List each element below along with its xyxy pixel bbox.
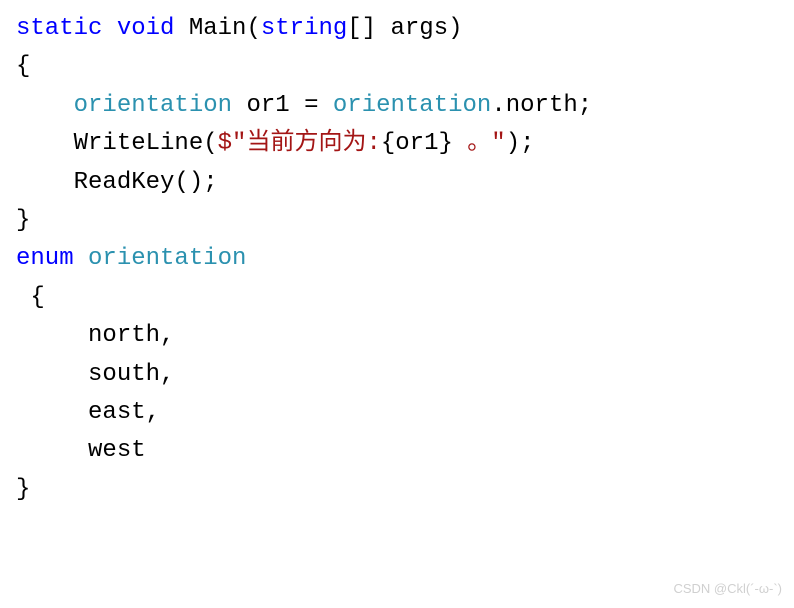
keyword-enum: enum <box>16 245 74 272</box>
brace-close-2: } <box>16 476 30 503</box>
code-line-1: static void Main(string[] args) <box>16 10 778 48</box>
code-line-12: west <box>16 432 778 470</box>
enum-south: south, <box>88 361 174 388</box>
code-line-11: east, <box>16 394 778 432</box>
string-part2: 。" <box>453 130 506 157</box>
brace-open-2: { <box>16 284 45 311</box>
code-line-6: } <box>16 202 778 240</box>
code-line-9: north, <box>16 317 778 355</box>
enum-east: east, <box>88 399 160 426</box>
string-part1: "当前方向为: <box>232 130 381 157</box>
enum-west: west <box>88 437 146 464</box>
code-line-3: orientation or1 = orientation.north; <box>16 87 778 125</box>
code-line-10: south, <box>16 356 778 394</box>
keyword-string: string <box>261 15 347 42</box>
param-args: args <box>391 15 449 42</box>
type-orientation-ref: orientation <box>333 92 491 119</box>
var-or1: or1 <box>246 92 289 119</box>
method-writeline: WriteLine <box>74 130 204 157</box>
code-line-13: } <box>16 471 778 509</box>
code-line-2: { <box>16 48 778 86</box>
code-line-4: WriteLine($"当前方向为:{or1} 。"); <box>16 125 778 163</box>
interpolation-or1: {or1} <box>381 130 453 157</box>
brace-open: { <box>16 53 30 80</box>
member-north: .north; <box>491 92 592 119</box>
type-orientation: orientation <box>74 92 232 119</box>
brace-close: } <box>16 207 30 234</box>
method-readkey: ReadKey <box>74 169 175 196</box>
keyword-static: static <box>16 15 102 42</box>
enum-north: north, <box>88 322 174 349</box>
code-line-7: enum orientation <box>16 240 778 278</box>
code-line-8: { <box>16 279 778 317</box>
type-orientation-decl: orientation <box>88 245 246 272</box>
code-line-5: ReadKey(); <box>16 164 778 202</box>
keyword-void: void <box>117 15 175 42</box>
watermark: CSDN @Ckl(´-ω-`) <box>673 579 782 600</box>
string-dollar: $ <box>218 130 232 157</box>
method-main: Main <box>189 15 247 42</box>
